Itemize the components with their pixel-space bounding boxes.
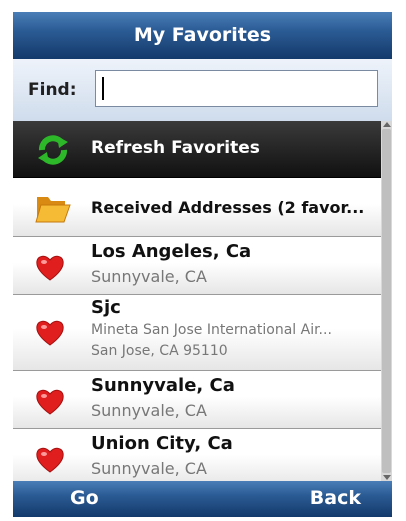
back-softkey[interactable]: Back <box>310 487 361 509</box>
favorite-name: Sunnyvale, Ca <box>91 375 235 396</box>
page-title: My Favorites <box>133 24 272 46</box>
refresh-favorites-item[interactable]: Refresh Favorites <box>13 121 381 178</box>
device-screen: My Favorites Find: Refresh Favorites Rec… <box>13 12 392 517</box>
favorite-name: Union City, Ca <box>91 433 233 454</box>
favorite-detail: Sunnyvale, CA <box>91 401 207 420</box>
text-caret <box>102 77 104 100</box>
favorite-item-union-city[interactable]: Union City, Ca Sunnyvale, CA <box>13 429 381 481</box>
favorite-name: Sjc <box>91 297 121 318</box>
favorite-detail: Sunnyvale, CA <box>91 267 207 286</box>
heart-icon <box>35 444 65 478</box>
favorite-item-los-angeles[interactable]: Los Angeles, Ca Sunnyvale, CA <box>13 237 381 295</box>
find-bar: Find: <box>13 59 392 121</box>
favorites-list: Refresh Favorites Received Addresses (2 … <box>13 121 381 481</box>
favorite-item-sjc[interactable]: Sjc Mineta San Jose International Air...… <box>13 295 381 371</box>
heart-icon <box>35 252 65 286</box>
folder-icon <box>35 191 71 229</box>
find-input[interactable] <box>95 70 378 107</box>
list-scrollbar[interactable] <box>381 121 392 481</box>
favorite-detail: Mineta San Jose International Air... <box>91 322 332 338</box>
scroll-down-arrow-icon[interactable] <box>383 475 391 480</box>
heart-icon <box>35 386 65 420</box>
find-label: Find: <box>28 80 77 100</box>
heart-icon <box>35 317 65 351</box>
refresh-icon <box>35 135 71 169</box>
softkey-bar: Go Back <box>13 481 392 517</box>
received-addresses-item[interactable]: Received Addresses (2 favor... <box>13 178 381 237</box>
title-bar: My Favorites <box>13 12 392 59</box>
refresh-label: Refresh Favorites <box>91 138 260 158</box>
go-softkey[interactable]: Go <box>70 487 99 509</box>
scrollbar-thumb[interactable] <box>382 129 391 473</box>
received-addresses-label: Received Addresses (2 favor... <box>91 198 365 217</box>
favorite-address: San Jose, CA 95110 <box>91 343 228 359</box>
scroll-up-arrow-icon[interactable] <box>383 122 391 127</box>
favorite-detail: Sunnyvale, CA <box>91 459 207 478</box>
favorite-name: Los Angeles, Ca <box>91 241 252 262</box>
favorite-item-sunnyvale[interactable]: Sunnyvale, Ca Sunnyvale, CA <box>13 371 381 429</box>
